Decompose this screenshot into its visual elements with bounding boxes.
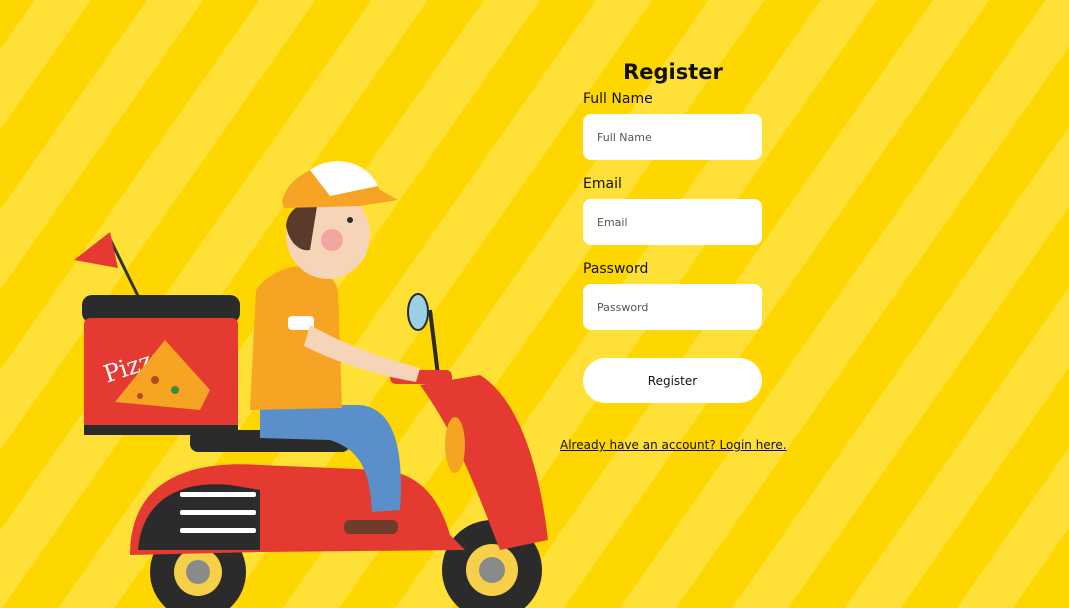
full-name-input[interactable] — [583, 114, 762, 160]
password-input[interactable] — [583, 284, 762, 330]
email-input[interactable] — [583, 199, 762, 245]
full-name-label: Full Name — [583, 91, 653, 107]
email-label: Email — [583, 176, 622, 192]
form-title: Register — [623, 60, 723, 84]
flag — [74, 232, 118, 268]
register-form: Register Full Name Email Password Regist… — [560, 58, 787, 452]
login-link[interactable]: Already have an account? Login here. — [560, 438, 787, 452]
password-label: Password — [583, 261, 649, 277]
delivery-scooter-illustration: Pizza — [74, 161, 548, 608]
rider-shoe — [344, 520, 398, 534]
pizza-box: Pizza — [82, 295, 240, 435]
scooter-mirror — [407, 293, 429, 331]
register-button[interactable]: Register — [583, 358, 762, 403]
